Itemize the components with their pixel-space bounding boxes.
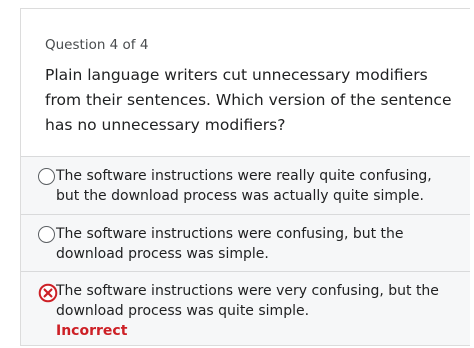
question-header: Question 4 of 4 Plain language writers c… <box>21 9 470 156</box>
incorrect-feedback: Incorrect <box>56 323 128 339</box>
radio-unselected-icon[interactable] <box>38 226 55 243</box>
answer-option-text: The software instructions were really qu… <box>56 168 432 204</box>
answer-option-3[interactable]: The software instructions were very conf… <box>21 271 470 345</box>
radio-unselected-icon[interactable] <box>38 168 55 185</box>
answer-option-1[interactable]: The software instructions were really qu… <box>21 156 470 214</box>
question-number: Question 4 of 4 <box>45 37 149 53</box>
answer-options: The software instructions were really qu… <box>21 156 470 345</box>
question-card: Question 4 of 4 Plain language writers c… <box>20 8 470 346</box>
question-prompt: Plain language writers cut unnecessary m… <box>45 66 452 134</box>
answer-option-text: The software instructions were very conf… <box>56 283 439 319</box>
incorrect-x-icon <box>38 283 58 303</box>
answer-option-text: The software instructions were confusing… <box>56 226 404 262</box>
answer-option-2[interactable]: The software instructions were confusing… <box>21 214 470 271</box>
